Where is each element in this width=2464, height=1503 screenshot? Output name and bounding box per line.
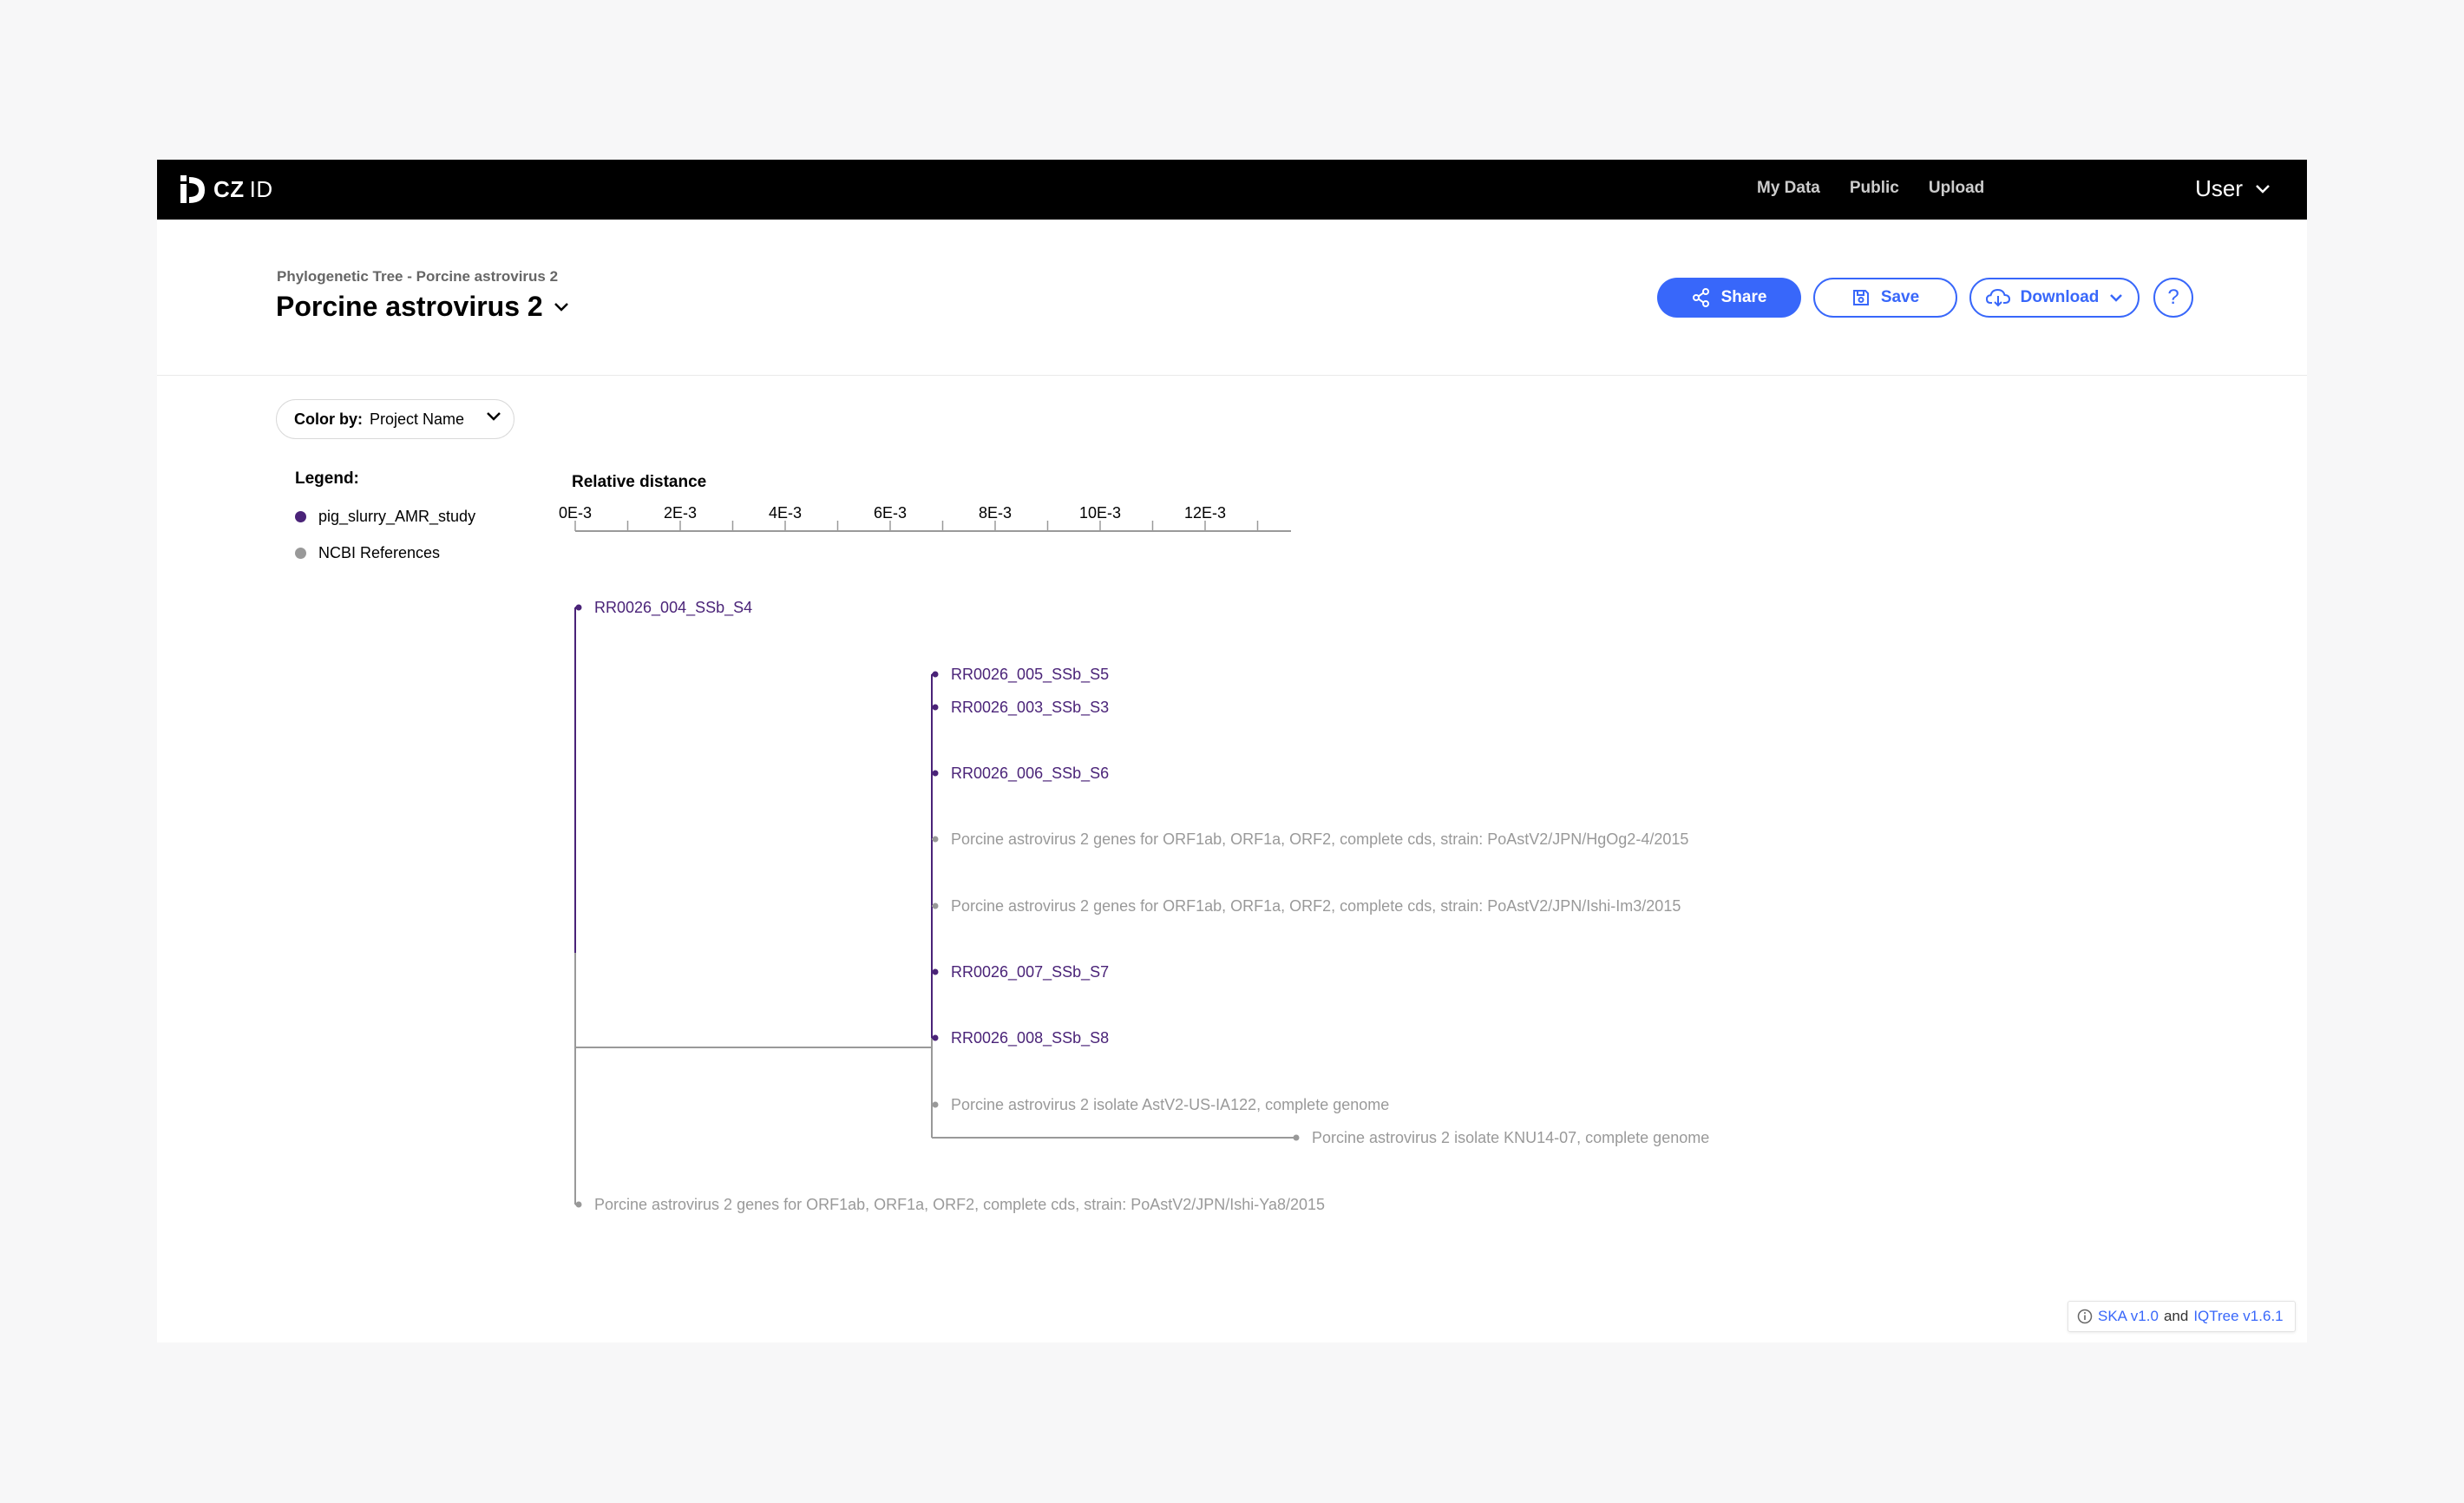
tree-leaf[interactable]: Porcine astrovirus 2 genes for ORF1ab, O… [932, 830, 1688, 848]
tree-leaf[interactable]: RR0026_005_SSb_S5 [932, 666, 1109, 684]
leaf-node[interactable] [1293, 1134, 1300, 1141]
leaf-node[interactable] [932, 704, 939, 711]
leaf-label[interactable]: Porcine astrovirus 2 isolate AstV2-US-IA… [951, 1096, 1389, 1113]
leaf-node[interactable] [932, 770, 939, 777]
leaf-node[interactable] [932, 836, 939, 843]
software-version-badge: SKA v1.0 and IQTree v1.6.1 [2068, 1301, 2296, 1332]
leaf-label[interactable]: Porcine astrovirus 2 isolate KNU14-07, c… [1312, 1129, 1709, 1146]
axis-tick-label: 2E-3 [664, 504, 697, 522]
leaf-node[interactable] [932, 1034, 939, 1041]
tree-leaf[interactable]: RR0026_004_SSb_S4 [575, 599, 752, 617]
leaf-label[interactable]: RR0026_008_SSb_S8 [951, 1029, 1109, 1047]
leaf-label[interactable]: RR0026_005_SSb_S5 [951, 666, 1109, 684]
leaf-node[interactable] [575, 604, 582, 611]
tree-leaves: RR0026_004_SSb_S4 RR0026_005_SSb_S5 RR0026… [575, 599, 1709, 1213]
axis-tick-label: 6E-3 [874, 504, 907, 522]
leaf-label[interactable]: Porcine astrovirus 2 genes for ORF1ab, O… [594, 1196, 1325, 1213]
ska-link[interactable]: SKA v1.0 [2098, 1308, 2159, 1325]
iqtree-link[interactable]: IQTree v1.6.1 [2193, 1308, 2283, 1325]
leaf-label[interactable]: RR0026_006_SSb_S6 [951, 765, 1109, 783]
axis-tick-label: 0E-3 [559, 504, 592, 522]
tree-leaf[interactable]: RR0026_006_SSb_S6 [932, 765, 1109, 783]
tree-leaf[interactable]: Porcine astrovirus 2 genes for ORF1ab, O… [575, 1196, 1325, 1213]
tree-leaf[interactable]: Porcine astrovirus 2 isolate KNU14-07, c… [1293, 1129, 1709, 1146]
axis-title: Relative distance [572, 473, 706, 491]
axis-tick-label: 8E-3 [979, 504, 1012, 522]
leaf-node[interactable] [932, 671, 939, 678]
leaf-node[interactable] [575, 1201, 582, 1208]
footer-and: and [2163, 1308, 2189, 1324]
leaf-label[interactable]: Porcine astrovirus 2 genes for ORF1ab, O… [951, 897, 1681, 915]
axis-tick-label: 12E-3 [1184, 504, 1226, 522]
leaf-node[interactable] [932, 902, 939, 909]
info-icon [2077, 1309, 2093, 1324]
tree-leaf[interactable]: Porcine astrovirus 2 genes for ORF1ab, O… [932, 897, 1681, 915]
leaf-label[interactable]: RR0026_004_SSb_S4 [594, 599, 752, 617]
phylo-tree: Relative distance 0E-3 2E-3 4E-3 6E-3 8E-3 10… [559, 473, 1709, 1213]
leaf-node[interactable] [932, 968, 939, 975]
axis-tick-label: 10E-3 [1079, 504, 1121, 522]
tree-leaf[interactable]: RR0026_007_SSb_S7 [932, 963, 1109, 981]
leaf-label[interactable]: RR0026_003_SSb_S3 [951, 699, 1109, 717]
leaf-node[interactable] [932, 1101, 939, 1108]
tree-leaf[interactable]: RR0026_008_SSb_S8 [932, 1029, 1109, 1047]
leaf-label[interactable]: Porcine astrovirus 2 genes for ORF1ab, O… [951, 830, 1688, 848]
leaf-label[interactable]: RR0026_007_SSb_S7 [951, 963, 1109, 981]
axis-tick-label: 4E-3 [769, 504, 802, 522]
tree-leaf[interactable]: RR0026_003_SSb_S3 [932, 699, 1109, 717]
app-window: CZ ID My Data Public Upload User Phylogen… [157, 160, 2307, 1342]
tree-leaf[interactable]: Porcine astrovirus 2 isolate AstV2-US-IA… [932, 1096, 1389, 1113]
distance-axis: 0E-3 2E-3 4E-3 6E-3 8E-3 10E-3 12E-3 [559, 504, 1291, 532]
